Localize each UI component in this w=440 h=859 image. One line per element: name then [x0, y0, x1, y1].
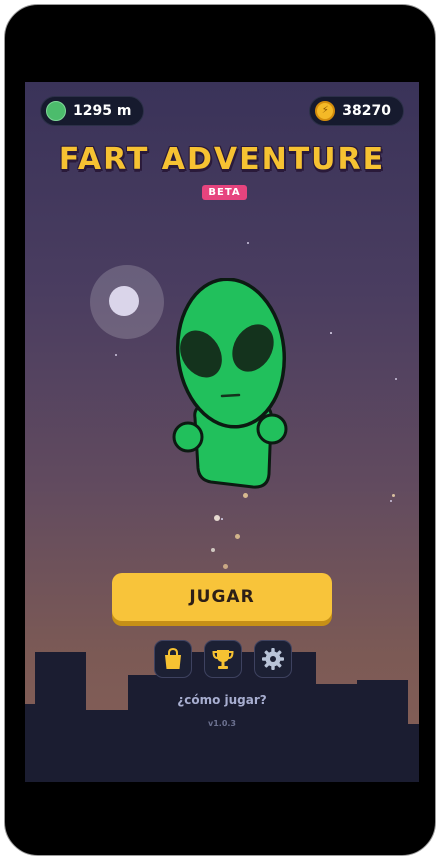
star [395, 378, 397, 380]
moon-icon [109, 286, 139, 316]
fart-particle [211, 548, 215, 552]
game-title: FART ADVENTURE [58, 142, 386, 177]
shop-button[interactable] [154, 640, 192, 678]
phone-frame: 1295 m ⚡ 38270 FART ADVENTURE BETA JUGAR… [4, 4, 436, 856]
star [330, 332, 332, 334]
trophy-icon [212, 650, 234, 669]
star [247, 242, 249, 244]
green-orb-icon [46, 101, 66, 121]
shop-bag-icon [165, 647, 181, 669]
distance-counter: 1295 m [40, 96, 145, 126]
distance-value: 1295 m [73, 103, 132, 119]
coin-counter: ⚡ 38270 [309, 96, 404, 126]
play-button[interactable]: JUGAR [112, 573, 332, 621]
settings-button[interactable] [254, 640, 292, 678]
fart-particle [214, 515, 220, 521]
star [221, 518, 223, 520]
alien-character [172, 278, 288, 489]
game-screen: 1295 m ⚡ 38270 FART ADVENTURE BETA JUGAR… [25, 82, 419, 782]
coin-value: 38270 [342, 103, 391, 119]
fart-particle [223, 564, 228, 569]
settings-gear-icon [262, 648, 284, 670]
fart-particle [235, 534, 240, 539]
fart-particle [392, 494, 395, 497]
beta-badge: BETA [202, 185, 247, 200]
coin-icon: ⚡ [315, 101, 336, 121]
leaderboard-button[interactable] [204, 640, 242, 678]
star [115, 354, 117, 356]
star [390, 500, 392, 502]
version-label: v1.0.3 [208, 719, 236, 728]
how-to-play-link[interactable]: ¿cómo jugar? [25, 693, 419, 707]
